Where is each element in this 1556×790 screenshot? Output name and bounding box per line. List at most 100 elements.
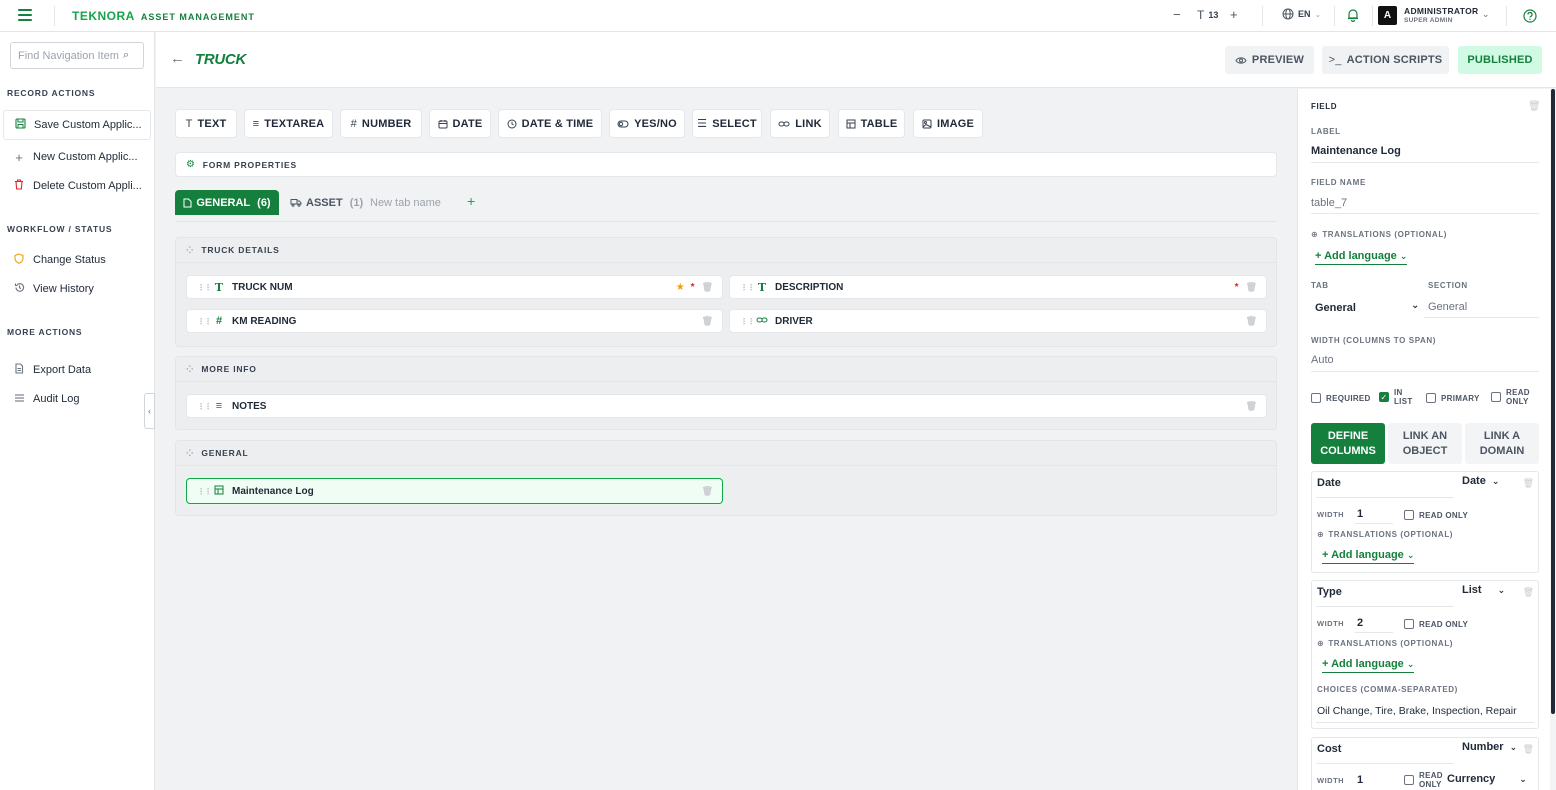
chevron-down-icon[interactable]: ⌄ [1482,9,1490,20]
trash-icon[interactable]: 🗑 [1523,587,1534,598]
new-custom-application-button[interactable]: + New Custom Applic... [3,143,151,171]
action-scripts-button[interactable]: >_ ACTION SCRIPTS [1322,46,1449,74]
trash-icon[interactable]: 🗑 [1523,478,1534,489]
section-header[interactable]: ⁘ TRUCK DETAILS [176,238,1276,263]
column-read-only-checkbox[interactable]: READ ONLY [1404,510,1468,520]
column-type-select[interactable]: List ⌄ [1462,584,1505,596]
add-link-field-button[interactable]: LINK [770,109,830,138]
audit-log-button[interactable]: Audit Log [3,385,151,413]
language-select[interactable]: EN ⌄ [1282,8,1321,20]
width-input[interactable]: Auto [1311,354,1334,366]
trash-icon[interactable]: 🗑 [1246,282,1257,293]
label-input[interactable]: Maintenance Log [1311,145,1401,157]
field-km-reading[interactable]: ⋮⋮ # KM READING 🗑 [186,309,723,333]
chevron-down-icon[interactable]: ⌄ [1411,300,1419,311]
preview-button[interactable]: PREVIEW [1225,46,1314,74]
trash-icon[interactable]: 🗑 [1528,101,1541,112]
help-icon[interactable] [1523,9,1537,23]
change-status-button[interactable]: Change Status [3,246,151,274]
link-an-object-tab[interactable]: LINK AN OBJECT [1388,423,1462,464]
menu-icon[interactable] [18,9,32,21]
tab-general[interactable]: GENERAL (6) [175,190,279,215]
save-custom-application-button[interactable]: Save Custom Applic... [3,110,151,140]
checkbox[interactable] [1311,393,1321,403]
add-table-field-button[interactable]: TABLE [838,109,905,138]
add-text-field-button[interactable]: T TEXT [175,109,237,138]
search-icon[interactable]: ⌕ [123,49,129,62]
decrease-font-button[interactable]: − [1173,7,1181,22]
column-read-only-checkbox[interactable]: READ ONLY [1404,619,1468,629]
form-properties-toggle[interactable]: ⚙ FORM PROPERTIES [175,152,1277,177]
trash-icon[interactable]: 🗑 [1246,401,1257,412]
add-number-field-button[interactable]: # NUMBER [340,109,422,138]
checkbox[interactable] [1404,775,1414,785]
trash-icon[interactable]: 🗑 [1246,316,1257,327]
link-a-domain-tab[interactable]: LINK A DOMAIN [1465,423,1539,464]
column-type-select[interactable]: Date ⌄ [1462,475,1499,487]
define-columns-tab[interactable]: DEFINE COLUMNS [1311,423,1385,464]
new-tab-name-input[interactable] [370,193,464,213]
scrollbar-thumb[interactable] [1551,89,1555,714]
checkbox[interactable] [1426,393,1436,403]
trash-icon[interactable]: 🗑 [702,282,713,293]
field-name-input[interactable]: table_7 [1311,197,1347,209]
view-history-button[interactable]: View History [3,275,151,303]
column-name-input[interactable]: Cost [1317,743,1341,755]
checkbox[interactable] [1404,619,1414,629]
section-header[interactable]: ⁘ MORE INFO [176,357,1276,382]
drag-handle-icon[interactable]: ⋮⋮ [197,283,212,292]
column-read-only-checkbox[interactable]: READ ONLY [1404,771,1443,789]
checkbox[interactable] [1491,392,1501,402]
avatar[interactable]: A [1378,6,1397,25]
nav-search-input[interactable] [11,49,121,62]
column-width-input[interactable]: 2 [1357,617,1363,629]
choices-input[interactable]: Oil Change, Tire, Brake, Inspection, Rep… [1317,705,1517,717]
trash-icon[interactable]: 🗑 [702,316,713,327]
field-description[interactable]: ⋮⋮ T DESCRIPTION * 🗑 [729,275,1267,299]
export-data-button[interactable]: Export Data [3,356,151,384]
drag-handle-icon[interactable]: ⋮⋮ [197,317,212,326]
add-date-field-button[interactable]: DATE [429,109,491,138]
checkbox[interactable] [1404,510,1414,520]
collapse-sidebar-button[interactable]: ‹ [144,393,155,429]
checkbox-checked[interactable]: ✓ [1379,392,1389,402]
column-name-input[interactable]: Date [1317,477,1341,489]
add-language-button[interactable]: + Add language ⌄ [1322,549,1415,564]
tab-asset[interactable]: ASSET (1) [290,190,363,215]
drag-handle-icon[interactable]: ⋮⋮ [740,283,755,292]
trash-icon[interactable]: 🗑 [702,486,713,497]
section-header[interactable]: ⁘ GENERAL [176,441,1276,466]
user-menu[interactable]: ADMINISTRATOR SUPER ADMIN [1404,7,1478,25]
field-maintenance-log[interactable]: ⋮⋮ Maintenance Log 🗑 [186,478,723,504]
required-checkbox[interactable]: REQUIRED [1311,393,1371,403]
column-type-select[interactable]: Number ⌄ [1462,741,1517,753]
add-image-field-button[interactable]: IMAGE [913,109,983,138]
field-truck-num[interactable]: ⋮⋮ T TRUCK NUM ★ * 🗑 [186,275,723,299]
section-input[interactable]: General [1428,301,1467,313]
drag-handle-icon[interactable]: ⋮⋮ [197,487,212,496]
drag-handle-icon[interactable]: ⋮⋮ [740,317,755,326]
field-driver[interactable]: ⋮⋮ DRIVER 🗑 [729,309,1267,333]
increase-font-button[interactable]: + [1230,7,1238,22]
tab-select[interactable]: General [1315,302,1356,314]
read-only-checkbox[interactable]: READ ONLY [1491,388,1530,406]
add-textarea-field-button[interactable]: ≡ TEXTAREA [244,109,333,138]
add-date-time-field-button[interactable]: DATE & TIME [498,109,602,138]
right-panel-scrollbar[interactable] [1550,89,1556,790]
field-notes[interactable]: ⋮⋮ ≡ NOTES 🗑 [186,394,1267,418]
delete-custom-application-button[interactable]: Delete Custom Appli... [3,172,151,200]
trash-icon[interactable]: 🗑 [1523,744,1534,755]
notifications-button[interactable] [1346,8,1360,22]
nav-search[interactable]: ⌕ [10,42,144,69]
in-list-checkbox[interactable]: ✓ IN LIST [1379,388,1413,406]
column-format-select[interactable]: Currency ⌄ [1447,773,1527,785]
column-width-input[interactable]: 1 [1357,774,1363,786]
add-yes-no-field-button[interactable]: YES/NO [609,109,685,138]
add-language-button[interactable]: + Add language ⌄ [1315,250,1408,265]
column-name-input[interactable]: Type [1317,586,1342,598]
add-language-button[interactable]: + Add language ⌄ [1322,658,1415,673]
back-arrow-icon[interactable]: ← [170,50,185,67]
add-tab-button[interactable]: + [467,193,475,209]
drag-handle-icon[interactable]: ⋮⋮ [197,402,212,411]
primary-checkbox[interactable]: PRIMARY [1426,393,1480,403]
